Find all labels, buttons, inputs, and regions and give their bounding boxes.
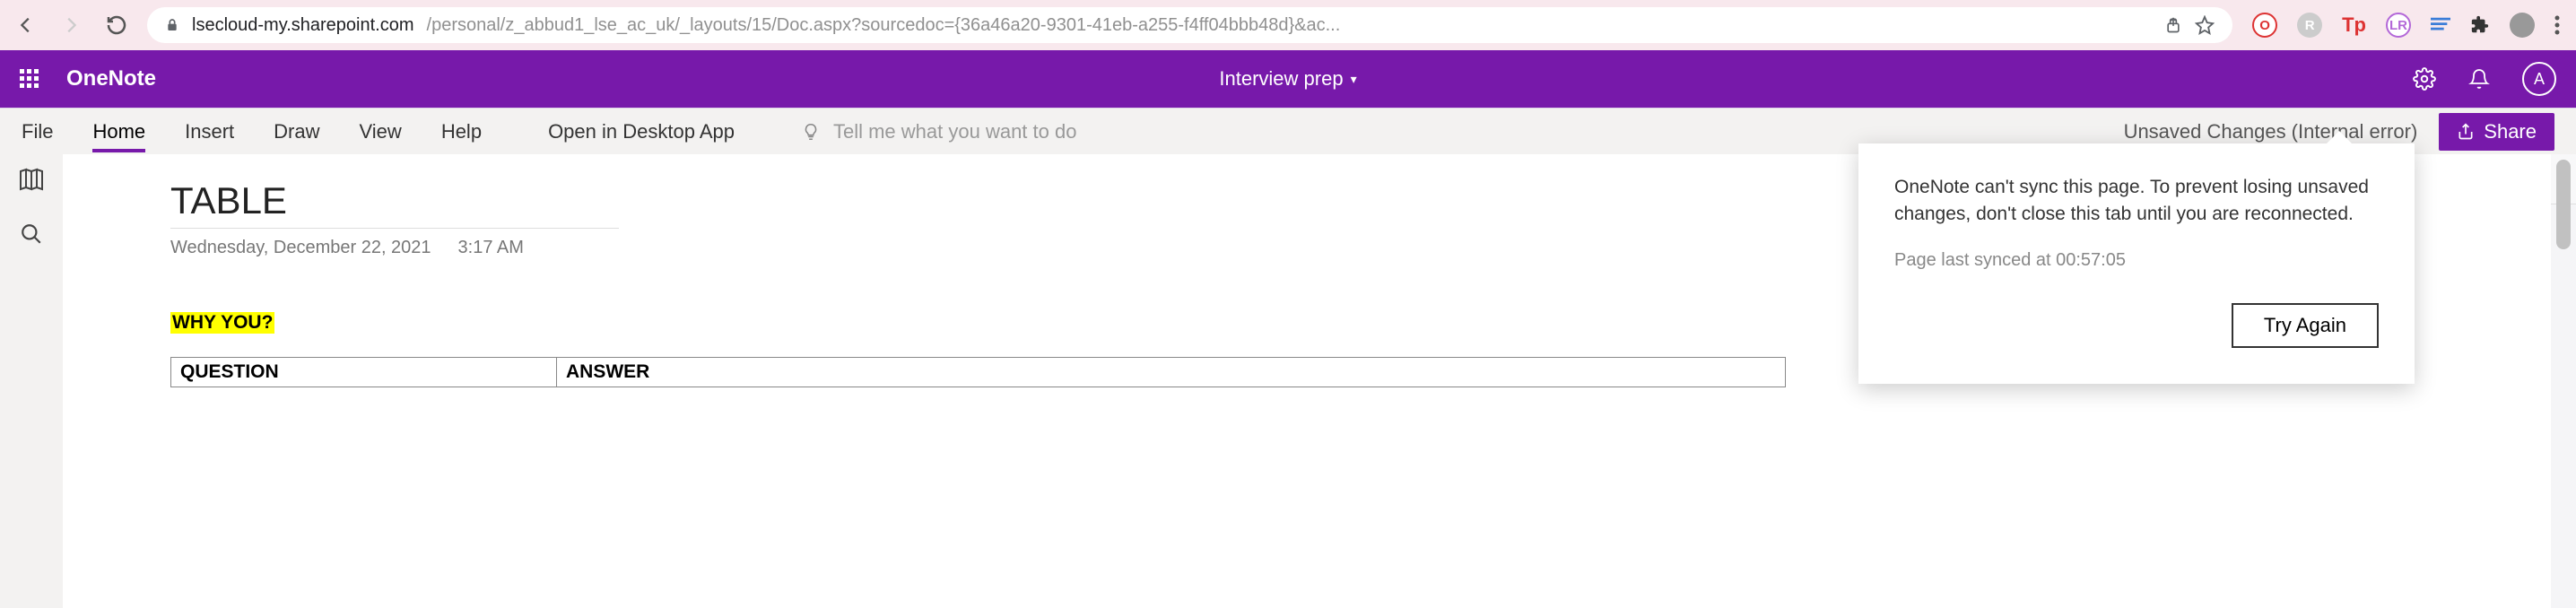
back-icon[interactable]	[16, 15, 36, 35]
tab-file[interactable]: File	[22, 120, 53, 143]
sync-error-popup: OneNote can't sync this page. To prevent…	[1858, 143, 2415, 384]
bulb-icon	[801, 119, 821, 144]
url-path: /personal/z_abbud1_lse_ac_uk/_layouts/15…	[427, 15, 1341, 36]
star-icon[interactable]	[2195, 15, 2215, 35]
url-host: lsecloud-my.sharepoint.com	[192, 15, 414, 36]
ext-puzzle-icon[interactable]	[2470, 15, 2490, 35]
tab-insert[interactable]: Insert	[185, 120, 234, 143]
popup-message: OneNote can't sync this page. To prevent…	[1894, 174, 2379, 229]
browser-menu-icon[interactable]	[2554, 15, 2560, 35]
tellme-search[interactable]: Tell me what you want to do	[801, 119, 1076, 144]
page-date: Wednesday, December 22, 2021	[170, 238, 431, 258]
popup-last-sync: Page last synced at 00:57:05	[1894, 250, 2379, 271]
table-header-col1[interactable]: QUESTION	[171, 358, 557, 387]
save-status: Unsaved Changes (Internal error)	[2124, 120, 2418, 143]
browser-nav	[16, 14, 127, 36]
share-button[interactable]: Share	[2439, 113, 2554, 151]
app-header: OneNote Interview prep ▾ A	[0, 50, 2576, 108]
content-table[interactable]: QUESTION ANSWER	[170, 357, 1786, 387]
navigation-rail	[0, 154, 63, 608]
notebooks-icon[interactable]	[18, 167, 45, 192]
bell-icon[interactable]	[2468, 67, 2490, 91]
ext-lines-icon[interactable]	[2431, 16, 2450, 34]
profile-avatar-icon[interactable]	[2510, 13, 2535, 38]
highlighted-text[interactable]: WHY YOU?	[170, 312, 274, 334]
open-desktop-button[interactable]: Open in Desktop App	[548, 120, 735, 143]
share-os-icon[interactable]	[2164, 16, 2182, 34]
forward-icon	[61, 15, 81, 35]
tab-view[interactable]: View	[360, 120, 402, 143]
page-title[interactable]: TABLE	[170, 179, 619, 229]
ext-tp-icon[interactable]: Tp	[2342, 13, 2366, 37]
table-row[interactable]: QUESTION ANSWER	[171, 358, 1786, 387]
document-title[interactable]: Interview prep ▾	[1219, 67, 1356, 91]
chevron-down-icon: ▾	[1351, 72, 1357, 87]
vertical-scrollbar[interactable]	[2556, 160, 2571, 249]
lock-icon	[165, 17, 179, 33]
search-icon[interactable]	[20, 222, 43, 246]
browser-extensions: O R Tp LR	[2252, 13, 2560, 38]
app-name[interactable]: OneNote	[66, 66, 156, 91]
share-icon	[2457, 123, 2475, 141]
ext-o-icon[interactable]: O	[2252, 13, 2277, 38]
page-time: 3:17 AM	[458, 238, 524, 258]
reload-icon[interactable]	[106, 14, 127, 36]
ext-r-icon[interactable]: R	[2297, 13, 2322, 38]
user-avatar[interactable]: A	[2522, 62, 2556, 96]
ext-lr-icon[interactable]: LR	[2386, 13, 2411, 38]
tab-help[interactable]: Help	[441, 120, 482, 143]
try-again-button[interactable]: Try Again	[2232, 303, 2379, 348]
settings-icon[interactable]	[2413, 67, 2436, 91]
app-launcher-icon[interactable]	[20, 69, 39, 89]
tab-draw[interactable]: Draw	[274, 120, 319, 143]
url-bar[interactable]: lsecloud-my.sharepoint.com/personal/z_ab…	[147, 7, 2232, 43]
tab-home[interactable]: Home	[92, 120, 145, 143]
table-header-col2[interactable]: ANSWER	[557, 358, 1786, 387]
browser-chrome: lsecloud-my.sharepoint.com/personal/z_ab…	[0, 0, 2576, 50]
